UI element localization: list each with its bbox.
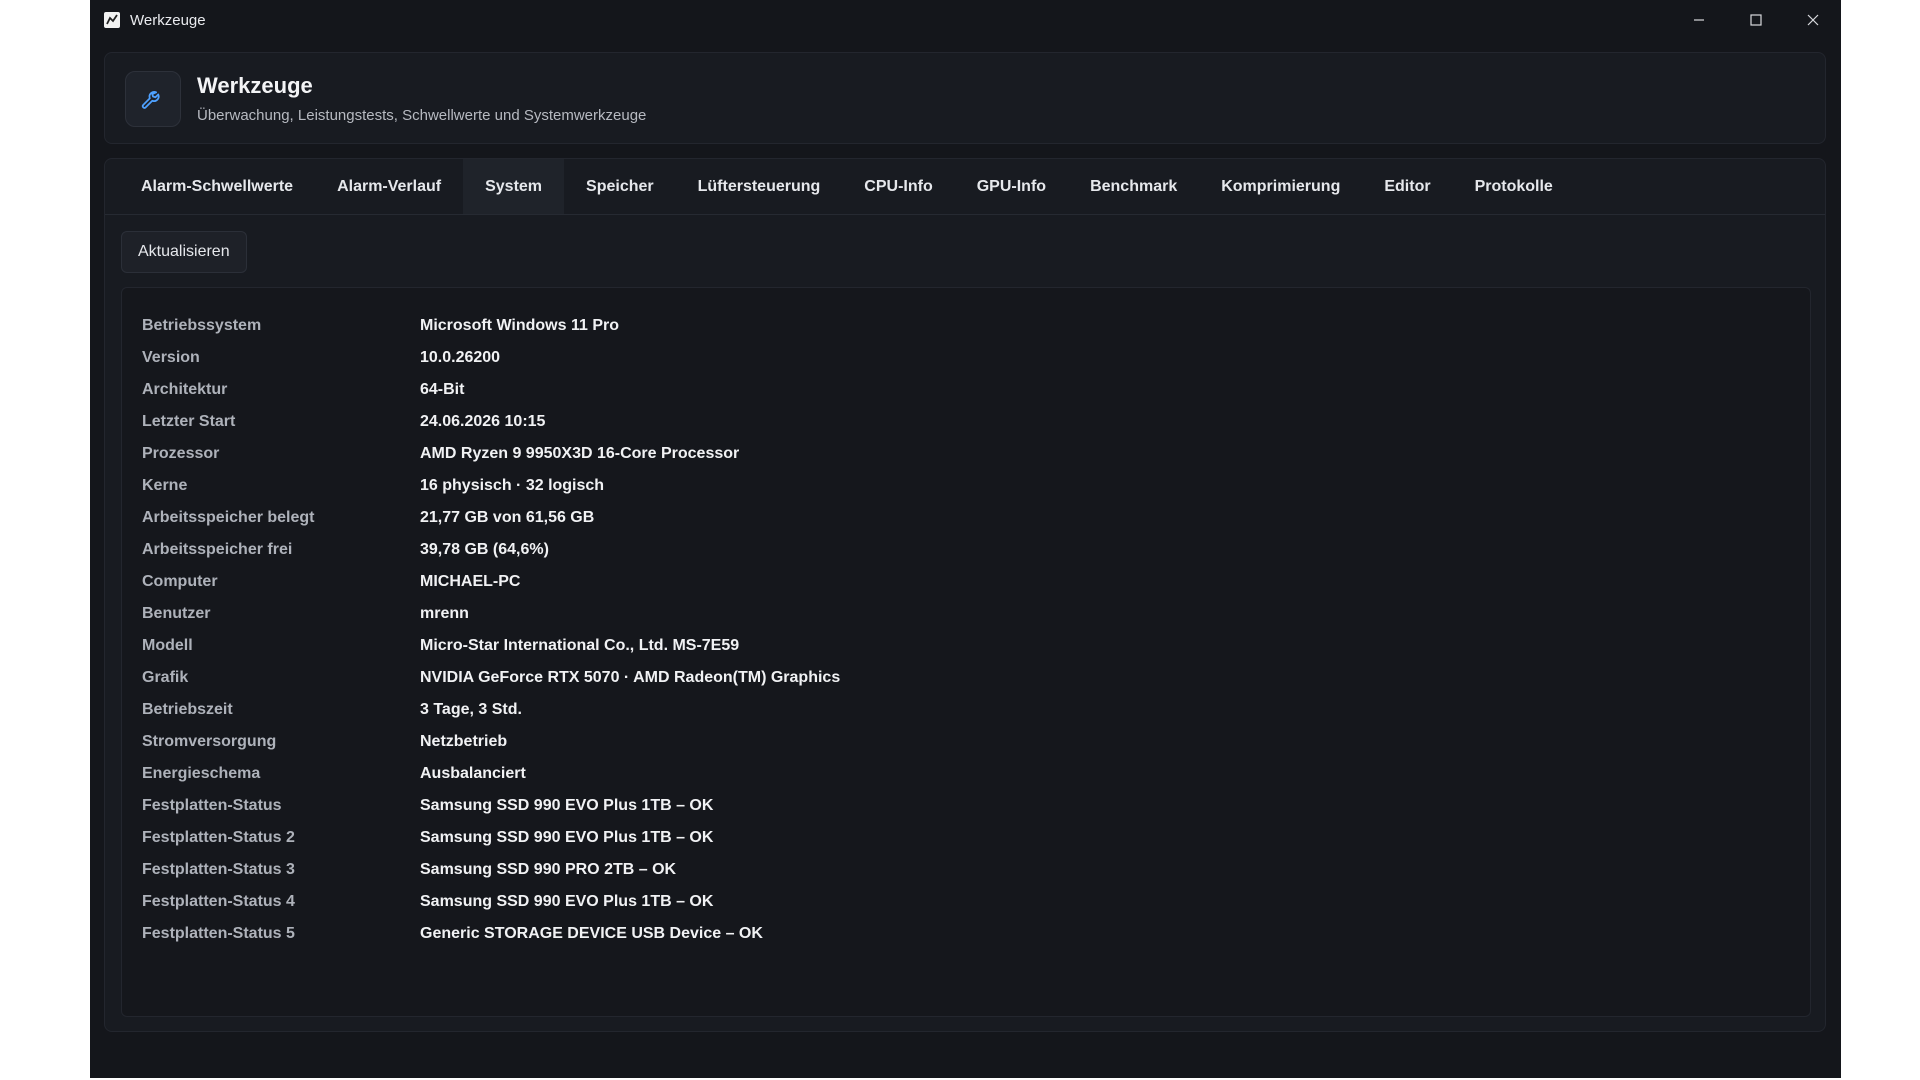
info-value: Ausbalanciert xyxy=(420,765,526,782)
tab-speicher[interactable]: Speicher xyxy=(564,159,676,214)
info-label: Festplatten-Status 5 xyxy=(142,925,295,942)
info-label: Betriebszeit xyxy=(142,701,233,718)
info-row: Festplatten-Status 3 Samsung SSD 990 PRO … xyxy=(142,854,840,886)
info-label: Architektur xyxy=(142,381,228,398)
info-label: Version xyxy=(142,349,200,366)
title-bar[interactable]: Werkzeuge xyxy=(90,0,1841,40)
info-label: Arbeitsspeicher frei xyxy=(142,541,293,558)
tab-benchmark[interactable]: Benchmark xyxy=(1068,159,1199,214)
maximize-button[interactable] xyxy=(1727,0,1784,40)
info-value: Micro-Star International Co., Ltd. MS-7E… xyxy=(420,637,740,654)
info-row: Version 10.0.26200 xyxy=(142,342,840,374)
info-label: Festplatten-Status 4 xyxy=(142,893,295,910)
info-label: Modell xyxy=(142,637,193,654)
info-row: Arbeitsspeicher frei 39,78 GB (64,6%) xyxy=(142,534,840,566)
close-button[interactable] xyxy=(1784,0,1841,40)
info-value: 16 physisch · 32 logisch xyxy=(420,477,605,494)
close-icon xyxy=(1807,14,1818,26)
app-logo-icon xyxy=(104,12,120,28)
info-row: Architektur 64-Bit xyxy=(142,374,840,406)
info-value: Samsung SSD 990 EVO Plus 1TB – OK xyxy=(420,829,714,846)
info-label: Benutzer xyxy=(142,605,211,622)
info-value: MICHAEL-PC xyxy=(420,573,521,590)
info-value: Microsoft Windows 11 Pro xyxy=(420,317,619,334)
info-row: Betriebssystem Microsoft Windows 11 Pro xyxy=(142,310,840,342)
info-label: Arbeitsspeicher belegt xyxy=(142,509,315,526)
tab-bar: Alarm-Schwellwerte Alarm-Verlauf System … xyxy=(105,159,1825,215)
page-title: Werkzeuge xyxy=(197,73,313,98)
tab-protokolle[interactable]: Protokolle xyxy=(1453,159,1575,214)
system-info-list: Betriebssystem Microsoft Windows 11 Pro Ve… xyxy=(142,310,840,950)
info-row: Letzter Start 24.06.2026 10:15 xyxy=(142,406,840,438)
info-row: Kerne 16 physisch · 32 logisch xyxy=(142,470,840,502)
header-icon-tile xyxy=(125,71,181,127)
info-label: Kerne xyxy=(142,477,188,494)
info-value: 64-Bit xyxy=(420,381,465,398)
tab-gpu-info[interactable]: GPU-Info xyxy=(955,159,1068,214)
window-title: Werkzeuge xyxy=(130,11,206,29)
info-label: Festplatten-Status 2 xyxy=(142,829,295,846)
info-label: Prozessor xyxy=(142,445,220,462)
header-card: Werkzeuge Überwachung, Leistungstests, S… xyxy=(104,52,1826,144)
app-window: Werkzeuge Werkzeuge Überwachung, Leistun… xyxy=(90,0,1841,1078)
minimize-button[interactable] xyxy=(1670,0,1727,40)
page-subtitle: Überwachung, Leistungstests, Schwellwert… xyxy=(197,107,647,124)
tab-system[interactable]: System xyxy=(463,159,565,214)
info-value: Generic STORAGE DEVICE USB Device – OK xyxy=(420,925,763,942)
system-info-panel: Betriebssystem Microsoft Windows 11 Pro Ve… xyxy=(121,287,1811,1017)
tab-alarm-verlauf[interactable]: Alarm-Verlauf xyxy=(315,159,463,214)
info-row: Festplatten-Status 2 Samsung SSD 990 EVO … xyxy=(142,822,840,854)
window-controls xyxy=(1670,0,1841,40)
info-label: Festplatten-Status 3 xyxy=(142,861,295,878)
info-value: 21,77 GB von 61,56 GB xyxy=(420,509,595,526)
info-value: AMD Ryzen 9 9950X3D 16-Core Processor xyxy=(420,445,740,462)
info-label: Letzter Start xyxy=(142,413,236,430)
info-label: Stromversorgung xyxy=(142,733,277,750)
info-value: 24.06.2026 10:15 xyxy=(420,413,546,430)
info-row: Prozessor AMD Ryzen 9 9950X3D 16-Core Pro… xyxy=(142,438,840,470)
refresh-button[interactable]: Aktualisieren xyxy=(121,231,247,273)
info-row: Festplatten-Status Samsung SSD 990 EVO Pl… xyxy=(142,790,840,822)
info-row: Arbeitsspeicher belegt 21,77 GB von 61,56… xyxy=(142,502,840,534)
info-label: Energieschema xyxy=(142,765,261,782)
tab-editor[interactable]: Editor xyxy=(1362,159,1452,214)
info-row: Computer MICHAEL-PC xyxy=(142,566,840,598)
info-label: Grafik xyxy=(142,669,189,686)
info-value: Samsung SSD 990 EVO Plus 1TB – OK xyxy=(420,797,714,814)
main-card: Alarm-Schwellwerte Alarm-Verlauf System … xyxy=(104,158,1826,1032)
info-row: Benutzer mrenn xyxy=(142,598,840,630)
info-row: Grafik NVIDIA GeForce RTX 5070 · AMD Rade… xyxy=(142,662,840,694)
info-value: Samsung SSD 990 EVO Plus 1TB – OK xyxy=(420,893,714,910)
info-row: Energieschema Ausbalanciert xyxy=(142,758,840,790)
info-label: Festplatten-Status xyxy=(142,797,282,814)
maximize-icon xyxy=(1749,14,1762,26)
tab-lueftersteuerung[interactable]: Lüftersteuerung xyxy=(676,159,843,214)
info-value: 39,78 GB (64,6%) xyxy=(420,541,549,558)
info-value: Samsung SSD 990 PRO 2TB – OK xyxy=(420,861,677,878)
info-row: Modell Micro-Star International Co., Ltd.… xyxy=(142,630,840,662)
info-row: Festplatten-Status 5 Generic STORAGE DEVI… xyxy=(142,918,840,950)
minimize-icon xyxy=(1693,19,1704,21)
tab-cpu-info[interactable]: CPU-Info xyxy=(842,159,954,214)
info-value: 3 Tage, 3 Std. xyxy=(420,701,522,718)
info-value: 10.0.26200 xyxy=(420,349,501,366)
info-row: Festplatten-Status 4 Samsung SSD 990 EVO … xyxy=(142,886,840,918)
tab-komprimierung[interactable]: Komprimierung xyxy=(1199,159,1362,214)
info-label: Computer xyxy=(142,573,218,590)
info-label: Betriebssystem xyxy=(142,317,262,334)
info-value: NVIDIA GeForce RTX 5070 · AMD Radeon(TM)… xyxy=(420,669,841,686)
info-row: Betriebszeit 3 Tage, 3 Std. xyxy=(142,694,840,726)
info-value: Netzbetrieb xyxy=(420,733,508,750)
tab-alarm-schwellwerte[interactable]: Alarm-Schwellwerte xyxy=(119,159,315,214)
info-row: Stromversorgung Netzbetrieb xyxy=(142,726,840,758)
wrench-icon xyxy=(141,91,160,109)
info-value: mrenn xyxy=(420,605,469,622)
